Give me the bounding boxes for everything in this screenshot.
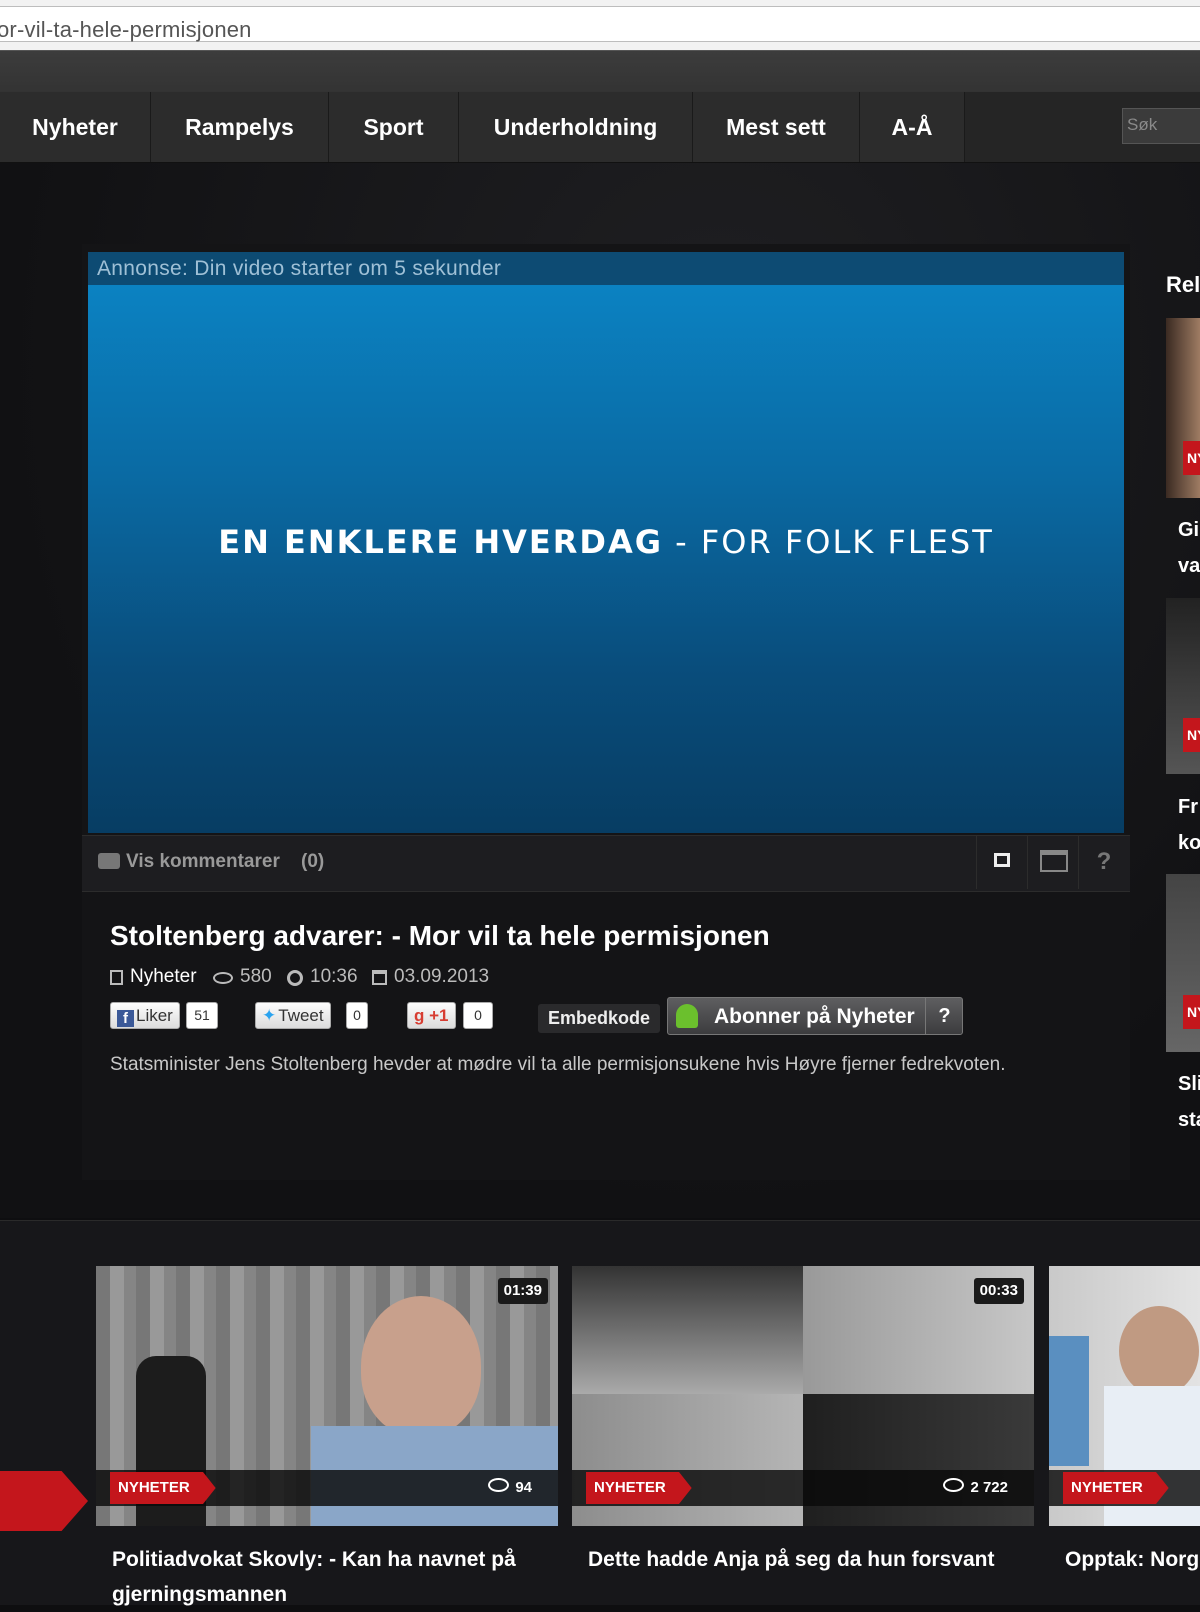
url-input[interactable]: or-vil-ta-hele-permisjonen — [0, 6, 1200, 42]
card-title[interactable]: Dette hadde Anja på seg da hun forsvant — [588, 1542, 1028, 1577]
ad-slogan-bold: EN ENKLERE HVERDAG — [218, 523, 663, 561]
card-views: 94 — [488, 1478, 532, 1496]
video-title: Stoltenberg advarer: - Mor vil ta hele p… — [110, 920, 770, 951]
card-title[interactable]: Opptak: Norg september — [1065, 1542, 1200, 1577]
person-face — [1119, 1306, 1199, 1396]
card-views: 2 722 — [943, 1478, 1008, 1496]
related-badge-2: NY — [1183, 718, 1200, 752]
video-duration: 01:39 — [497, 1278, 548, 1304]
thumb-panel-room — [572, 1394, 803, 1526]
gplus-label: +1 — [429, 1006, 449, 1025]
facebook-like-button[interactable]: f Liker — [110, 1002, 180, 1029]
eye-icon — [488, 1478, 510, 1492]
video-category-link[interactable]: Nyheter — [130, 966, 197, 988]
related-title-3-line2[interactable]: sta — [1178, 1102, 1200, 1138]
related-title-1-line1[interactable]: Gi — [1178, 512, 1199, 548]
gplus-button[interactable]: g +1 — [407, 1002, 456, 1029]
related-badge-1: NY — [1183, 441, 1200, 475]
video-card[interactable]: NYHETER Opptak: Norg september — [1049, 1266, 1200, 1604]
nav-item-mest-sett[interactable]: Mest sett — [693, 92, 860, 162]
nav-item-sport[interactable]: Sport — [329, 92, 459, 162]
related-title-3-line1[interactable]: Sli — [1178, 1066, 1200, 1102]
comments-count: (0) — [301, 851, 325, 872]
screen-graphic — [1049, 1336, 1089, 1466]
subscribe-label: Abonner på Nyheter — [714, 1005, 915, 1028]
calendar-icon — [372, 970, 387, 985]
ad-slogan-rest: - FOR FOLK FLEST — [662, 523, 994, 561]
ad-notice-text: Annonse: Din video starter om 5 sekunder — [97, 257, 502, 280]
category-icon — [110, 970, 123, 985]
nav-item-a-aa[interactable]: A-Å — [860, 92, 965, 162]
thumb-panel-fabric — [803, 1394, 1034, 1526]
nav-item-nyheter[interactable]: Nyheter — [0, 92, 151, 162]
tweet-button[interactable]: ✦ Tweet — [255, 1002, 331, 1029]
video-views: 580 — [240, 966, 272, 987]
subscribe-button[interactable]: Abonner på Nyheter ? — [667, 997, 963, 1035]
card-views-count: 2 722 — [970, 1479, 1008, 1496]
player-help-button[interactable]: ? — [1078, 836, 1129, 889]
category-badge: NYHETER — [110, 1472, 216, 1504]
video-description: Statsminister Jens Stoltenberg hevder at… — [110, 1054, 1006, 1075]
category-badge: NYHETER — [586, 1472, 692, 1504]
related-heading: Rel — [1166, 272, 1200, 297]
video-thumbnail[interactable]: NYHETER — [1049, 1266, 1200, 1526]
url-text: or-vil-ta-hele-permisjonen — [0, 17, 252, 42]
bell-icon — [676, 1004, 698, 1028]
video-thumbnail[interactable]: 01:39 NYHETER 94 — [96, 1266, 558, 1526]
clock-icon — [287, 970, 303, 986]
facebook-like-label: Liker — [136, 1006, 173, 1025]
card-title[interactable]: Politiadvokat Skovly: - Kan ha navnet på… — [112, 1542, 552, 1612]
search-input[interactable]: Søk — [1122, 108, 1200, 144]
facebook-icon: f — [117, 1010, 134, 1027]
subscribe-help-button[interactable]: ? — [925, 998, 963, 1034]
ad-slogan: EN ENKLERE HVERDAG - FOR FOLK FLEST — [88, 523, 1124, 561]
twitter-icon: ✦ — [262, 1006, 277, 1025]
category-badge: NYHETER — [1063, 1472, 1169, 1504]
comment-icon — [98, 853, 120, 869]
video-duration: 00:33 — [973, 1278, 1024, 1304]
video-thumbnail[interactable]: 00:33 NYHETER 2 722 — [572, 1266, 1034, 1526]
show-comments-link[interactable]: Vis kommentarer — [126, 851, 280, 873]
top-band — [0, 50, 1200, 93]
wide-screen-icon — [1040, 850, 1068, 872]
related-title-2-line2[interactable]: ko — [1178, 825, 1200, 861]
person-face — [361, 1296, 481, 1436]
thumb-panel-shoes — [572, 1266, 803, 1394]
nav-item-rampelys[interactable]: Rampelys — [151, 92, 329, 162]
related-title-1-line2[interactable]: va — [1178, 548, 1200, 584]
eye-icon — [213, 972, 233, 984]
eye-icon — [943, 1478, 965, 1492]
embed-code-button[interactable]: Embedkode — [538, 1004, 661, 1033]
card-views-count: 94 — [515, 1479, 532, 1496]
nav-item-underholdning[interactable]: Underholdning — [459, 92, 693, 162]
video-date: 03.09.2013 — [394, 966, 490, 987]
help-icon: ? — [1096, 848, 1112, 875]
small-screen-icon — [994, 853, 1010, 867]
main-nav: Nyheter Rampelys Sport Underholdning Mes… — [0, 92, 1200, 163]
tweet-count: 0 — [346, 1002, 368, 1029]
gplus-count: 0 — [463, 1002, 493, 1029]
facebook-like-count: 51 — [186, 1002, 218, 1029]
video-time: 10:36 — [310, 966, 358, 987]
google-plus-icon: g — [414, 1006, 425, 1025]
tweet-label: Tweet — [278, 1006, 324, 1025]
small-player-button[interactable] — [976, 836, 1027, 889]
related-badge-3: NY — [1183, 995, 1200, 1029]
related-title-2-line1[interactable]: Fr — [1178, 789, 1198, 825]
wide-player-button[interactable] — [1027, 836, 1078, 889]
